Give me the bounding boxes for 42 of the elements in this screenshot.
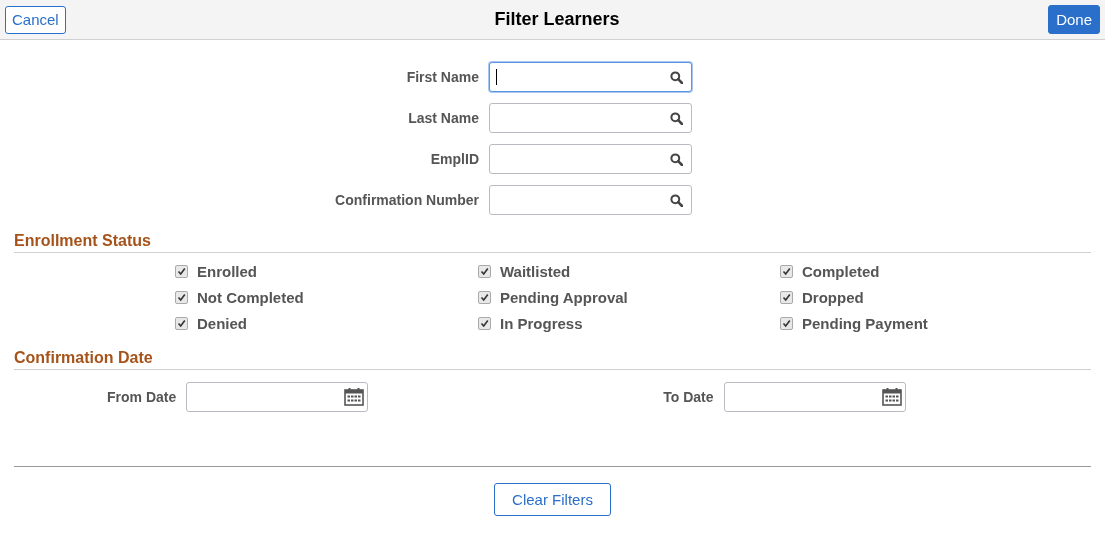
date-field[interactable] <box>186 382 369 412</box>
checkbox[interactable] <box>780 317 793 330</box>
calendar-icon[interactable] <box>344 388 365 406</box>
field-label: From Date <box>107 389 177 405</box>
checkbox[interactable] <box>175 291 188 304</box>
checkbox-label: Pending Payment <box>802 315 928 332</box>
date-field[interactable] <box>723 382 906 412</box>
search-icon[interactable] <box>670 70 683 84</box>
clear-filters-button[interactable]: Clear Filters <box>494 483 611 516</box>
search-field[interactable] <box>489 103 692 133</box>
checkbox-label: Waitlisted <box>500 263 571 280</box>
search-field[interactable] <box>489 62 692 92</box>
search-icon[interactable] <box>670 152 683 166</box>
checkbox-label: Denied <box>197 315 247 332</box>
calendar-icon[interactable] <box>881 388 902 406</box>
field-label: Confirmation Number <box>334 192 480 208</box>
search-icon[interactable] <box>670 111 683 125</box>
search-field[interactable] <box>489 144 692 174</box>
checkbox[interactable] <box>175 317 188 330</box>
search-icon[interactable] <box>670 193 683 207</box>
checkbox[interactable] <box>478 317 491 330</box>
checkbox-label: Dropped <box>802 289 864 306</box>
page-title: Filter Learners <box>494 9 620 30</box>
checkbox[interactable] <box>780 265 793 278</box>
checkbox-label: Completed <box>802 263 880 280</box>
search-field[interactable] <box>489 185 692 215</box>
checkbox-label: In Progress <box>500 315 583 332</box>
field-label: To Date <box>663 389 714 405</box>
checkbox-label: Not Completed <box>197 289 304 306</box>
checkbox[interactable] <box>175 265 188 278</box>
field-label: First Name <box>405 69 480 85</box>
checkbox-label: Enrolled <box>197 263 257 280</box>
done-button[interactable]: Done <box>1048 5 1100 34</box>
checkbox[interactable] <box>780 291 793 304</box>
checkbox[interactable] <box>478 265 491 278</box>
section-heading: Enrollment Status <box>14 232 1091 253</box>
checkbox[interactable] <box>478 291 491 304</box>
field-label: Last Name <box>407 110 480 126</box>
field-label: EmplID <box>429 151 480 167</box>
checkbox-label: Pending Approval <box>500 289 628 306</box>
cancel-button[interactable]: Cancel <box>5 5 66 34</box>
section-heading: Confirmation Date <box>14 349 1091 370</box>
